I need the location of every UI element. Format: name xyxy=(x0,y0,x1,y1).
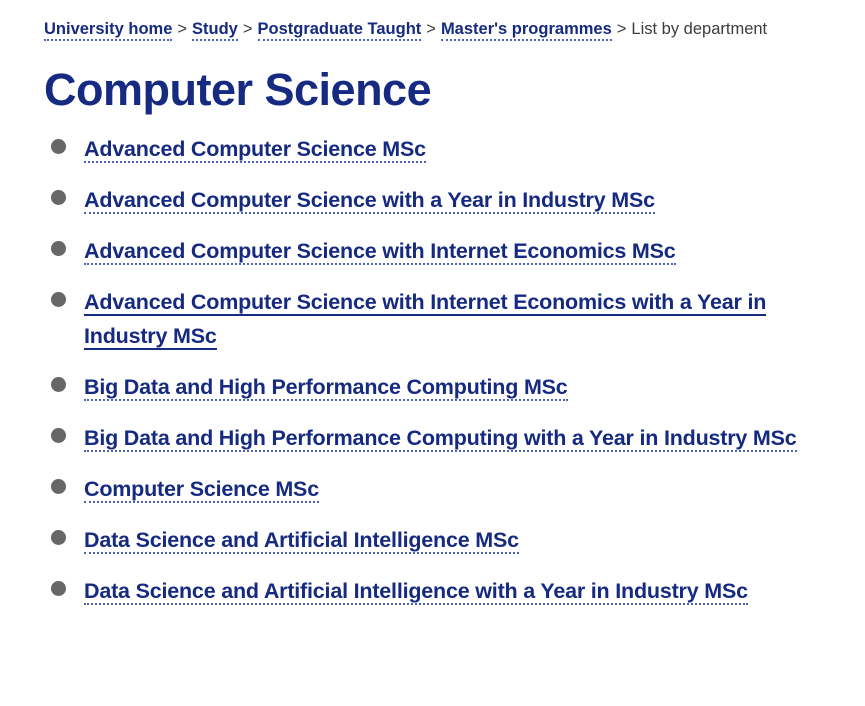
bullet-icon xyxy=(51,292,66,307)
bullet-icon xyxy=(51,139,66,154)
programme-link[interactable]: Advanced Computer Science MSc xyxy=(84,137,426,163)
breadcrumb-separator: > xyxy=(426,20,436,38)
programme-link[interactable]: Data Science and Artificial Intelligence… xyxy=(84,528,519,554)
bullet-icon xyxy=(51,190,66,205)
list-item: Advanced Computer Science with Internet … xyxy=(44,285,841,353)
breadcrumb-link[interactable]: Master's programmes xyxy=(440,20,612,41)
programme-link[interactable]: Advanced Computer Science with Internet … xyxy=(84,239,676,265)
list-item: Big Data and High Performance Computing … xyxy=(44,370,841,404)
breadcrumb-current: List by department xyxy=(631,20,768,38)
bullet-icon xyxy=(51,530,66,545)
programme-link[interactable]: Big Data and High Performance Computing … xyxy=(84,375,568,401)
breadcrumb-link[interactable]: Postgraduate Taught xyxy=(257,20,422,41)
programme-link[interactable]: Computer Science MSc xyxy=(84,477,319,503)
breadcrumb-separator: > xyxy=(242,20,253,38)
breadcrumb-separator: > xyxy=(177,20,188,38)
breadcrumb-link[interactable]: Study xyxy=(192,20,238,41)
bullet-icon xyxy=(51,377,66,392)
list-item: Advanced Computer Science with Internet … xyxy=(44,234,841,268)
list-item: Data Science and Artificial Intelligence… xyxy=(44,574,841,608)
page-title: Computer Science xyxy=(44,64,432,115)
list-item: Computer Science MSc xyxy=(44,472,841,506)
bullet-icon xyxy=(51,428,66,443)
programme-link[interactable]: Data Science and Artificial Intelligence… xyxy=(84,579,748,605)
list-item: Big Data and High Performance Computing … xyxy=(44,421,841,455)
bullet-icon xyxy=(51,479,66,494)
programme-link[interactable]: Big Data and High Performance Computing … xyxy=(84,426,797,452)
bullet-icon xyxy=(51,581,66,596)
programme-list: Advanced Computer Science MSc Advanced Co… xyxy=(44,132,841,608)
breadcrumb-link[interactable]: University home xyxy=(44,20,173,41)
breadcrumb: University home > Study > Postgraduate Taugh… xyxy=(44,18,841,41)
programme-link[interactable]: Advanced Computer Science with Internet … xyxy=(84,290,766,350)
breadcrumb-separator: > xyxy=(616,20,627,38)
bullet-icon xyxy=(51,241,66,256)
programme-link[interactable]: Advanced Computer Science with a Year in… xyxy=(84,188,655,214)
list-item: Data Science and Artificial Intelligence… xyxy=(44,523,841,557)
page-content: University home > Study > Postgraduate Taugh… xyxy=(0,0,865,608)
list-item: Advanced Computer Science with a Year in… xyxy=(44,183,841,217)
list-item: Advanced Computer Science MSc xyxy=(44,132,841,166)
